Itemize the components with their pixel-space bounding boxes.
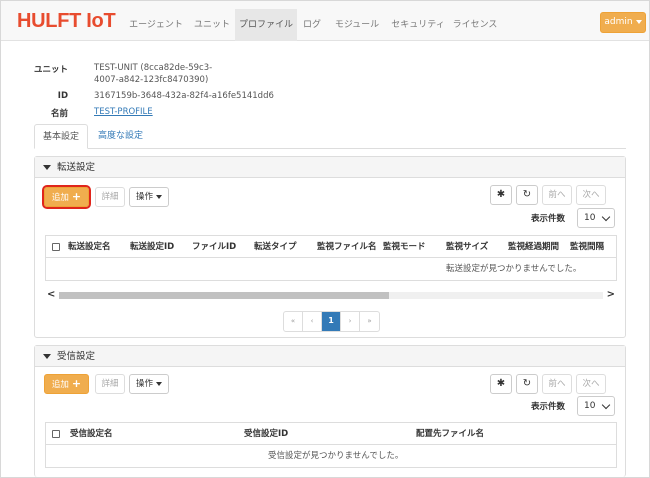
refresh-icon: ↻ bbox=[522, 378, 532, 389]
unit-value: TEST-UNIT (8cca82de-59c3- 4007-a842-123f… bbox=[94, 62, 212, 86]
transfer-settings-button[interactable]: ✱ bbox=[490, 185, 512, 205]
unit-label: ユニット bbox=[33, 65, 68, 75]
page-last-button[interactable]: » bbox=[360, 312, 379, 331]
count-value: 10 bbox=[584, 401, 596, 411]
tab-basic-settings[interactable]: 基本設定 bbox=[34, 124, 89, 149]
transfer-settings-panel: 転送設定 追加 + 詳細 操作 ✱ ↻ 前へ 次へ 表示件数 10 転送設定名 転… bbox=[34, 156, 626, 338]
profile-name-link[interactable]: TEST-PROFILE bbox=[94, 106, 153, 118]
caret-down-icon bbox=[156, 381, 162, 386]
transfer-prev-button[interactable]: 前へ bbox=[542, 185, 572, 205]
receive-refresh-button[interactable]: ↻ bbox=[516, 374, 538, 394]
col-file-id[interactable]: ファイルID bbox=[192, 236, 236, 258]
page-1-button[interactable]: 1 bbox=[322, 312, 341, 331]
col-transfer-type[interactable]: 転送タイプ bbox=[254, 236, 297, 258]
chevron-down-icon bbox=[601, 212, 611, 222]
name-label: 名前 bbox=[50, 109, 68, 119]
receive-next-button[interactable]: 次へ bbox=[576, 374, 606, 394]
gear-icon: ✱ bbox=[496, 378, 506, 389]
receive-table-header: 受信設定名 受信設定ID 配置先ファイル名 bbox=[46, 423, 616, 445]
receive-detail-button[interactable]: 詳細 bbox=[95, 374, 125, 394]
operations-label: 操作 bbox=[135, 192, 153, 202]
receive-operations-button[interactable]: 操作 bbox=[129, 374, 169, 394]
transfer-count-label: 表示件数 bbox=[531, 214, 566, 224]
col-transfer-id[interactable]: 転送設定ID bbox=[130, 236, 174, 258]
nav-log[interactable]: ログ bbox=[299, 9, 325, 41]
count-value: 10 bbox=[584, 213, 596, 223]
scroll-right-icon[interactable]: > bbox=[607, 289, 615, 300]
transfer-horizontal-scrollbar[interactable]: < > bbox=[45, 289, 617, 301]
unit-value-line1: TEST-UNIT (8cca82de-59c3- bbox=[94, 63, 213, 73]
page-first-button[interactable]: « bbox=[284, 312, 303, 331]
transfer-pagination: « ‹ 1 › » bbox=[283, 311, 380, 332]
transfer-panel-title: 転送設定 bbox=[57, 162, 96, 173]
col-receive-id[interactable]: 受信設定ID bbox=[244, 423, 288, 445]
col-monitor-filename[interactable]: 監視ファイル名 bbox=[317, 236, 377, 258]
tab-advanced-settings[interactable]: 高度な設定 bbox=[90, 124, 151, 149]
scroll-thumb[interactable] bbox=[59, 292, 389, 299]
nav-module[interactable]: モジュール bbox=[329, 9, 385, 41]
admin-label: admin bbox=[604, 17, 633, 27]
nav-profile[interactable]: プロファイル bbox=[235, 9, 297, 41]
top-navbar: HULFT IoT エージェント ユニット プロファイル ログ モジュール セキ… bbox=[1, 1, 649, 41]
page-next-button[interactable]: › bbox=[341, 312, 360, 331]
col-monitor-elapsed[interactable]: 監視経過期間 bbox=[508, 236, 559, 258]
transfer-refresh-button[interactable]: ↻ bbox=[516, 185, 538, 205]
receive-add-button[interactable]: 追加 + bbox=[44, 374, 89, 394]
transfer-table-header: 転送設定名 転送設定ID ファイルID 転送タイプ 監視ファイル名 監視モード … bbox=[46, 236, 616, 258]
transfer-panel-header[interactable]: 転送設定 bbox=[35, 157, 625, 178]
col-monitor-size[interactable]: 監視サイズ bbox=[446, 236, 488, 258]
caret-down-icon bbox=[156, 194, 162, 199]
transfer-detail-button[interactable]: 詳細 bbox=[95, 187, 125, 207]
refresh-icon: ↻ bbox=[522, 189, 532, 200]
add-label: 追加 bbox=[51, 193, 69, 203]
receive-panel-header[interactable]: 受信設定 bbox=[35, 346, 625, 367]
plus-icon: + bbox=[71, 377, 82, 390]
col-destination-filename[interactable]: 配置先ファイル名 bbox=[416, 423, 484, 445]
brand-logo[interactable]: HULFT IoT bbox=[17, 10, 116, 33]
id-label: ID bbox=[57, 91, 68, 101]
select-all-checkbox[interactable] bbox=[52, 430, 60, 438]
receive-settings-panel: 受信設定 追加 + 詳細 操作 ✱ ↻ 前へ 次へ 表示件数 10 受信設定名 受… bbox=[34, 345, 626, 477]
nav-agent[interactable]: エージェント bbox=[125, 9, 187, 41]
admin-menu-button[interactable]: admin bbox=[600, 12, 646, 33]
transfer-empty-row: 転送設定が見つかりませんでした。 bbox=[46, 258, 616, 280]
transfer-count-select[interactable]: 10 bbox=[577, 208, 615, 228]
operations-label: 操作 bbox=[135, 379, 153, 389]
scroll-left-icon[interactable]: < bbox=[47, 289, 55, 300]
page-prev-button[interactable]: ‹ bbox=[303, 312, 322, 331]
chevron-down-icon bbox=[43, 165, 51, 170]
plus-icon: + bbox=[71, 190, 82, 203]
receive-empty-row: 受信設定が見つかりませんでした。 bbox=[46, 445, 616, 467]
receive-count-select[interactable]: 10 bbox=[577, 396, 615, 416]
receive-table: 受信設定名 受信設定ID 配置先ファイル名 受信設定が見つかりませんでした。 bbox=[45, 422, 617, 468]
col-monitor-interval[interactable]: 監視間隔 bbox=[570, 236, 604, 258]
caret-down-icon bbox=[635, 19, 642, 24]
select-all-checkbox[interactable] bbox=[52, 243, 60, 251]
col-monitor-mode[interactable]: 監視モード bbox=[383, 236, 426, 258]
add-label: 追加 bbox=[51, 380, 69, 390]
unit-value-line2: 4007-a842-123fc8470390) bbox=[94, 75, 209, 85]
nav-security[interactable]: セキュリティ bbox=[389, 9, 447, 41]
receive-empty-text: 受信設定が見つかりませんでした。 bbox=[268, 451, 404, 461]
chevron-down-icon bbox=[43, 354, 51, 359]
transfer-next-button[interactable]: 次へ bbox=[576, 185, 606, 205]
receive-count-label: 表示件数 bbox=[531, 402, 566, 412]
transfer-table: 転送設定名 転送設定ID ファイルID 転送タイプ 監視ファイル名 監視モード … bbox=[45, 235, 617, 281]
col-receive-name[interactable]: 受信設定名 bbox=[70, 423, 113, 445]
transfer-add-button[interactable]: 追加 + bbox=[42, 185, 91, 209]
transfer-operations-button[interactable]: 操作 bbox=[129, 187, 169, 207]
gear-icon: ✱ bbox=[496, 189, 506, 200]
nav-unit[interactable]: ユニット bbox=[189, 9, 235, 41]
scroll-track[interactable] bbox=[59, 292, 603, 299]
receive-panel-title: 受信設定 bbox=[57, 351, 96, 362]
chevron-down-icon bbox=[601, 400, 611, 410]
receive-prev-button[interactable]: 前へ bbox=[542, 374, 572, 394]
transfer-empty-text: 転送設定が見つかりませんでした。 bbox=[446, 264, 582, 274]
id-value: 3167159b-3648-432a-82f4-a16fe5141dd6 bbox=[94, 91, 274, 101]
nav-license[interactable]: ライセンス bbox=[449, 9, 501, 41]
col-transfer-name[interactable]: 転送設定名 bbox=[68, 236, 111, 258]
receive-settings-button[interactable]: ✱ bbox=[490, 374, 512, 394]
